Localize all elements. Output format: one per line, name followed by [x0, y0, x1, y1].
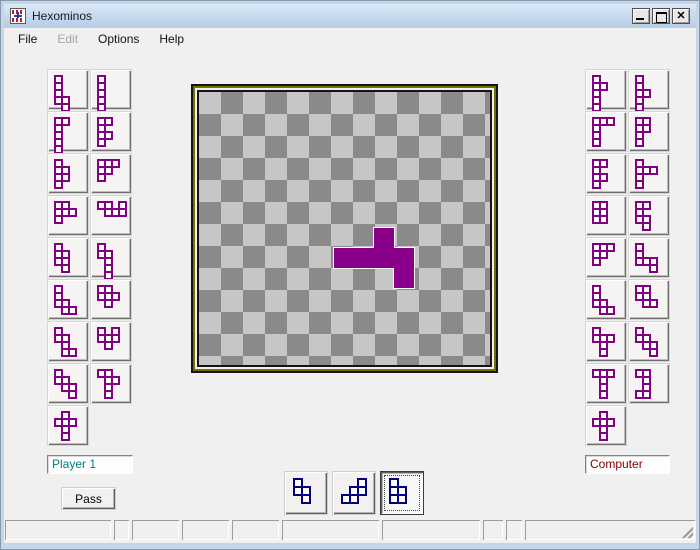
status-panel: [132, 520, 179, 540]
minimize-button[interactable]: [632, 8, 650, 24]
player-name-text: Player 1: [52, 457, 97, 471]
piece-preview-button-2[interactable]: [332, 471, 376, 515]
piece-button[interactable]: [47, 69, 89, 112]
maximize-icon: [656, 12, 667, 23]
maximize-button[interactable]: [652, 8, 670, 24]
status-panel: [382, 520, 480, 540]
piece-button[interactable]: [628, 195, 670, 236]
game-board[interactable]: [191, 84, 498, 373]
status-panel: [506, 520, 522, 540]
piece-button[interactable]: [47, 237, 89, 278]
piece-preview-button-1[interactable]: [284, 471, 328, 515]
piece-button[interactable]: [585, 321, 627, 362]
minimize-icon: [636, 18, 644, 20]
piece-button[interactable]: [628, 363, 670, 404]
piece-button[interactable]: [47, 111, 89, 154]
piece-button[interactable]: [628, 237, 670, 278]
board-checkerboard[interactable]: [199, 92, 490, 365]
piece-button[interactable]: [90, 279, 132, 320]
computer-name-field[interactable]: Computer: [585, 455, 670, 474]
status-panel: [182, 520, 229, 540]
piece-preview-button-3[interactable]: [380, 471, 424, 515]
close-button[interactable]: [672, 8, 690, 24]
piece-button[interactable]: [90, 111, 132, 152]
piece-button[interactable]: [90, 321, 132, 362]
piece-button[interactable]: [47, 363, 89, 404]
menu-item-file[interactable]: File: [8, 28, 47, 50]
piece-button[interactable]: [628, 153, 670, 194]
menubar: File Edit Options Help: [4, 28, 696, 50]
window-controls: [632, 8, 690, 24]
piece-button[interactable]: [47, 279, 89, 320]
left-piece-panel: [47, 69, 133, 447]
window-title: Hexominos: [32, 9, 93, 23]
pass-button[interactable]: Pass: [61, 487, 116, 510]
status-bar: [5, 520, 695, 543]
piece-button[interactable]: [628, 111, 670, 152]
piece-button[interactable]: [47, 321, 89, 362]
piece-button[interactable]: [628, 69, 670, 112]
piece-button[interactable]: [585, 111, 627, 152]
player-name-field[interactable]: Player 1: [47, 455, 133, 474]
piece-button[interactable]: [90, 69, 132, 119]
piece-button[interactable]: [585, 405, 627, 446]
piece-button[interactable]: [628, 279, 670, 320]
piece-button[interactable]: [90, 195, 132, 236]
piece-button[interactable]: [585, 279, 627, 320]
piece-button[interactable]: [585, 69, 627, 112]
piece-button[interactable]: [585, 237, 627, 278]
menu-item-help[interactable]: Help: [149, 28, 194, 50]
piece-button[interactable]: [585, 195, 627, 236]
piece-button[interactable]: [585, 363, 627, 404]
right-piece-panel: [585, 69, 671, 447]
status-panel: [483, 520, 503, 540]
titlebar[interactable]: Hexominos: [4, 4, 696, 28]
menu-item-options[interactable]: Options: [88, 28, 149, 50]
status-panel: [232, 520, 279, 540]
piece-button[interactable]: [90, 237, 132, 280]
piece-button[interactable]: [585, 153, 627, 194]
status-panel: [525, 520, 695, 540]
resize-grip-icon[interactable]: [681, 526, 693, 538]
window: Hexominos File Edit Options Help Player …: [0, 0, 700, 550]
piece-button[interactable]: [90, 153, 132, 194]
status-panel: [282, 520, 379, 540]
menu-item-edit: Edit: [57, 32, 79, 46]
piece-button[interactable]: [47, 405, 89, 446]
status-panel: [5, 520, 111, 540]
board-frame: [193, 86, 496, 371]
app-icon: [10, 8, 26, 24]
computer-name-text: Computer: [590, 457, 643, 471]
piece-button[interactable]: [47, 195, 89, 236]
piece-button[interactable]: [628, 321, 670, 362]
status-panel: [114, 520, 129, 540]
piece-button[interactable]: [90, 363, 132, 404]
piece-button[interactable]: [47, 153, 89, 194]
